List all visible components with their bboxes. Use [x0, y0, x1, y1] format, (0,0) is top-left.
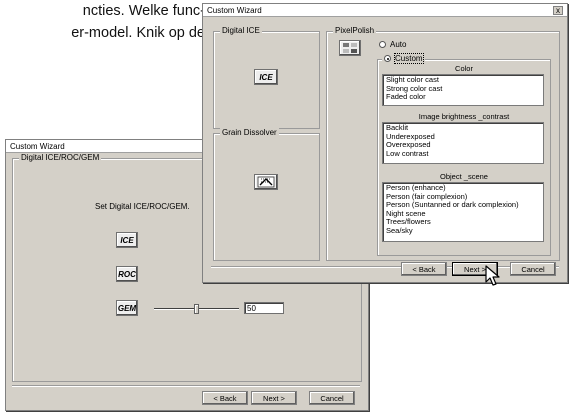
color-list[interactable]: Slight color cast Strong color cast Fade… [382, 74, 544, 106]
list-item[interactable]: Low contrast [386, 149, 540, 159]
cancel-button[interactable]: Cancel [309, 391, 355, 405]
gem-icon: GEM [117, 304, 137, 313]
auto-radio[interactable]: Auto [379, 40, 406, 49]
brightness-list[interactable]: Backlit Underexposed Overexposed Low con… [382, 122, 544, 164]
grain-dissolver-group: Grain Dissolver [213, 128, 320, 261]
window-title: Custom Wizard [10, 141, 65, 151]
pixelpolish-icon [343, 43, 357, 53]
ice-button[interactable]: ICE [116, 232, 138, 248]
document-text: ncties. Welke func- er-model. Knik op de [0, 0, 205, 44]
digital-ice-button[interactable]: ICE [254, 69, 278, 85]
custom-group: Custom Color Slight color cast Strong co… [377, 53, 551, 256]
back-button[interactable]: < Back [202, 391, 248, 405]
custom-wizard-window-front: Custom Wizard x Digital ICE ICE Grain Di… [202, 3, 568, 286]
back-button[interactable]: < Back [401, 262, 447, 276]
gem-button[interactable]: GEM [116, 300, 138, 316]
cancel-button[interactable]: Cancel [510, 262, 556, 276]
grain-dissolver-icon [257, 176, 275, 188]
button-separator [12, 385, 360, 387]
auto-label: Auto [390, 40, 407, 49]
title-bar: Custom Wizard x [203, 4, 567, 17]
gem-value-input[interactable]: 50 [244, 302, 284, 314]
color-label: Color [455, 64, 473, 73]
radio-dot-selected [384, 55, 391, 62]
close-icon[interactable]: x [553, 5, 563, 15]
window-title: Custom Wizard [207, 5, 262, 15]
scene-list[interactable]: Person (enhance) Person (fair complexion… [382, 182, 544, 242]
digital-ice-group: Digital ICE ICE [213, 26, 320, 129]
custom-radio[interactable]: Custom [382, 53, 425, 64]
button-separator [211, 266, 559, 268]
group-label: Digital ICE/ROC/GEM [19, 153, 102, 163]
pixelpolish-group: PixelPolish Auto Custom Color Slight col… [326, 26, 560, 261]
roc-button[interactable]: ROC [116, 266, 138, 282]
brightness-label: Image brightness _contrast [418, 112, 510, 121]
ice-icon: ICE [259, 73, 273, 82]
custom-label: Custom [394, 53, 424, 64]
mouse-pointer-icon [485, 265, 500, 286]
group-label: Grain Dissolver [220, 128, 279, 138]
group-label: Digital ICE [220, 26, 262, 36]
gem-slider[interactable] [154, 304, 239, 314]
next-button[interactable]: Next > [251, 391, 297, 405]
scene-label: Object _scene [440, 172, 488, 181]
pixelpolish-button[interactable] [339, 40, 361, 56]
list-item[interactable]: Sea/sky [386, 226, 540, 236]
document-line: er-model. Knik op de [71, 25, 205, 41]
group-label: PixelPolish [333, 26, 377, 36]
heading-text: Set Digital ICE/ROC/GEM. [95, 202, 190, 211]
roc-icon: ROC [118, 270, 136, 279]
radio-dot [379, 41, 386, 48]
ice-icon: ICE [120, 236, 134, 245]
list-item[interactable]: Faded color [386, 92, 540, 102]
grain-dissolver-button[interactable] [254, 174, 278, 190]
document-line: ncties. Welke func- [82, 3, 205, 19]
slider-thumb[interactable] [194, 304, 199, 314]
